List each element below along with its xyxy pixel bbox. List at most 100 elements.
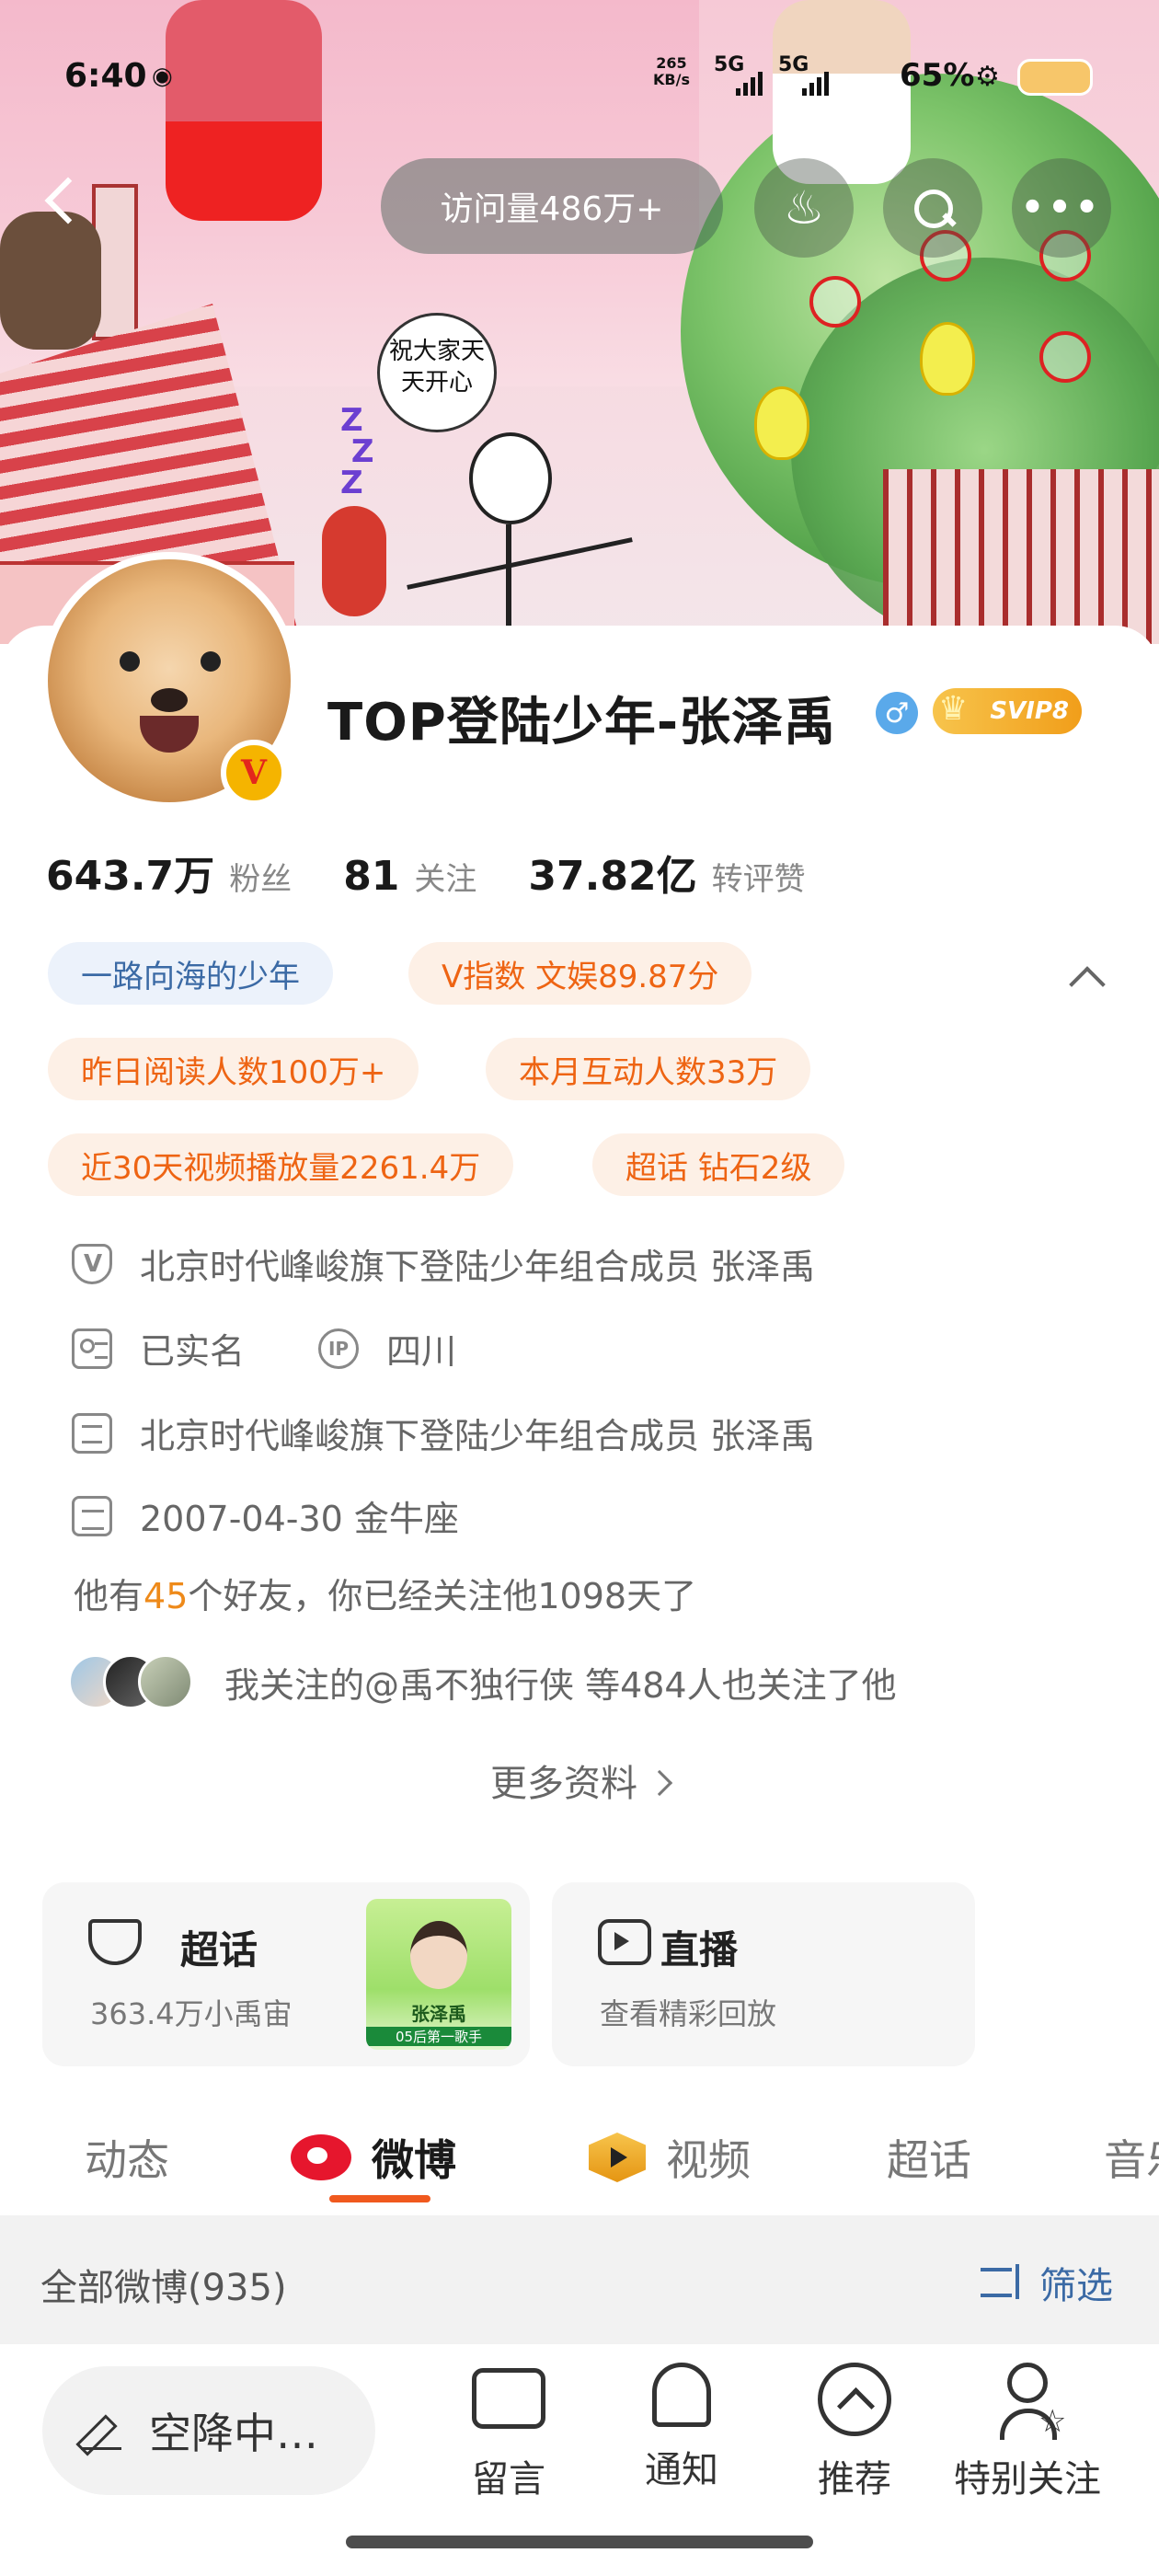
signal-icon	[736, 72, 763, 96]
video-play-icon	[589, 2133, 646, 2182]
male-icon: ♂	[876, 692, 918, 734]
avatar-mouth	[140, 716, 199, 753]
filter-label: 筛选	[1039, 2265, 1113, 2307]
visit-count-pill[interactable]: 访问量486万+	[381, 158, 723, 254]
tag-video-plays[interactable]: 近30天视频播放量2261.4万	[48, 1133, 514, 1196]
more-info-label: 更多资料	[490, 1763, 637, 1805]
cover-apple	[809, 276, 861, 328]
visit-count-label: 访问量486万+	[440, 190, 664, 228]
tab-label: 音乐	[1104, 2135, 1159, 2185]
chevron-right-icon	[646, 1769, 673, 1797]
tab-label: 微博	[372, 2135, 456, 2185]
tab-label: 视频	[666, 2135, 751, 2185]
tab-activity[interactable]: 动态	[85, 2127, 169, 2188]
mutual-follow-row[interactable]: 我关注的@禹不独行侠 等484人也关注了他	[68, 1654, 897, 1709]
battery-percent: 65%	[900, 57, 975, 94]
chevron-up-circle-icon	[818, 2363, 891, 2436]
tag-daily-readers[interactable]: 昨日阅读人数100万+	[48, 1038, 419, 1100]
more-info-link[interactable]: 更多资料	[0, 1754, 1159, 1807]
verification-text: 北京时代峰峻旗下登陆少年组合成员 张泽禹	[140, 1247, 816, 1287]
birthday-text: 2007-04-30 金牛座	[140, 1499, 459, 1539]
document-icon	[72, 1412, 112, 1454]
user-star-icon: ☆	[991, 2363, 1066, 2440]
stat-label: 转评赞	[711, 861, 806, 898]
search-icon	[911, 186, 955, 230]
tag-v-index[interactable]: V指数 文娱89.87分	[408, 942, 752, 1005]
interact-button[interactable]: ♨	[754, 158, 854, 258]
stat-value: 37.82亿	[528, 853, 697, 900]
live-card[interactable]: 直播 查看精彩回放	[552, 1882, 975, 2066]
super-topic-subtitle: 363.4万小禹宙	[90, 1996, 293, 2031]
avatar-nose	[151, 688, 188, 712]
tab-label: 超话	[887, 2135, 971, 2185]
ip-icon: IP	[318, 1328, 360, 1369]
following-stat[interactable]: 81 关注	[343, 853, 476, 900]
network-speed-unit: KB/s	[653, 71, 690, 88]
message-board-button[interactable]: 留言	[421, 2363, 596, 2502]
cover-pear	[754, 386, 809, 460]
search-button[interactable]	[883, 158, 982, 258]
svip-badge[interactable]: ♛ SVIP8	[933, 688, 1082, 734]
tv-play-icon	[598, 1919, 651, 1965]
stick-figure-head	[469, 432, 552, 524]
super-topic-card[interactable]: 超话 363.4万小禹宙 张泽禹 05后第一歌手	[42, 1882, 530, 2066]
cover-photo-kid	[166, 0, 322, 221]
home-indicator[interactable]	[346, 2536, 813, 2548]
status-time: 6:40	[64, 57, 147, 95]
tag-super-topic-level[interactable]: 超话 钻石2级	[592, 1133, 845, 1196]
special-follow-button[interactable]: ☆ 特别关注	[940, 2363, 1115, 2502]
tab-label: 动态	[85, 2135, 169, 2185]
cover-speech-text: 祝大家天天开心	[388, 338, 485, 397]
friends-suffix: 个好友，你已经关注他1098天了	[188, 1576, 697, 1616]
thumbnail-face	[410, 1921, 467, 1989]
more-button[interactable]: •••	[1012, 158, 1111, 258]
tab-weibo[interactable]: 微博	[291, 2127, 456, 2188]
thumbnail-subcaption: 05后第一歌手	[366, 2027, 511, 2046]
bottom-item-label: 通知	[645, 2449, 718, 2491]
cover-pear	[920, 322, 975, 396]
tag-signature[interactable]: 一路向海的少年	[48, 942, 333, 1005]
engagement-stat[interactable]: 37.82亿 转评赞	[528, 843, 805, 902]
bottom-item-label: 特别关注	[954, 2458, 1101, 2501]
super-topic-title: 超话	[180, 1927, 258, 1972]
post-filter-bar: 全部微博(935) 筛选	[0, 2215, 1159, 2344]
peach-icon: ♨	[783, 181, 825, 235]
identity-row: 已实名 IP 四川	[72, 1323, 456, 1374]
stick-figure-arms	[407, 537, 633, 590]
tab-music[interactable]: 音乐	[1104, 2127, 1159, 2188]
compose-input[interactable]: 空降中…	[42, 2366, 375, 2495]
birthday-row: 2007-04-30 金牛座	[72, 1490, 459, 1541]
bio-row: 北京时代峰峻旗下登陆少年组合成员 张泽禹	[72, 1408, 815, 1458]
network-speed: 265 KB/s	[653, 55, 690, 88]
followers-stat[interactable]: 643.7万 粉丝	[46, 843, 292, 902]
profile-tabs: 动态 微博 视频 超话 音乐	[0, 2107, 1159, 2208]
super-topic-thumbnail: 张泽禹 05后第一歌手	[366, 1899, 511, 2050]
back-button[interactable]	[31, 166, 90, 239]
filter-button[interactable]: 筛选	[981, 2256, 1113, 2309]
recommend-button[interactable]: 推荐	[767, 2363, 942, 2502]
bio-text: 北京时代峰峻旗下登陆少年组合成员 张泽禹	[140, 1416, 816, 1456]
all-posts-label[interactable]: 全部微博(935)	[40, 2258, 287, 2311]
weibo-notification-icon: ◉	[152, 63, 173, 90]
profile-name: TOP登陆少年-张泽禹	[327, 693, 837, 753]
cover-fence	[883, 469, 1159, 644]
collapse-chevron-up-icon[interactable]	[1067, 959, 1104, 995]
tab-video[interactable]: 视频	[589, 2127, 751, 2188]
bottom-item-label: 推荐	[818, 2458, 891, 2501]
mutual-avatar	[138, 1654, 193, 1709]
friends-line[interactable]: 他有45个好友，你已经关注他1098天了	[74, 1568, 696, 1618]
ip-location-text: 四川	[386, 1331, 457, 1372]
avatar-eye	[201, 651, 221, 672]
compose-placeholder: 空降中…	[149, 2409, 318, 2458]
diamond-icon	[88, 1919, 142, 1965]
friends-count: 45	[143, 1576, 189, 1616]
tag-monthly-interactions[interactable]: 本月互动人数33万	[486, 1038, 811, 1100]
notify-button[interactable]: 通知	[594, 2363, 769, 2493]
tab-super-topic[interactable]: 超话	[887, 2127, 971, 2188]
cover-photo-kid	[322, 506, 386, 616]
live-subtitle: 查看精彩回放	[600, 1996, 777, 2031]
mutual-follow-text: 我关注的@禹不独行侠 等484人也关注了他	[224, 1664, 897, 1706]
cover-stick-figure	[405, 405, 662, 644]
cover-sleep-zzz: Z ZZ	[340, 402, 374, 501]
network-speed-value: 265	[656, 54, 687, 72]
